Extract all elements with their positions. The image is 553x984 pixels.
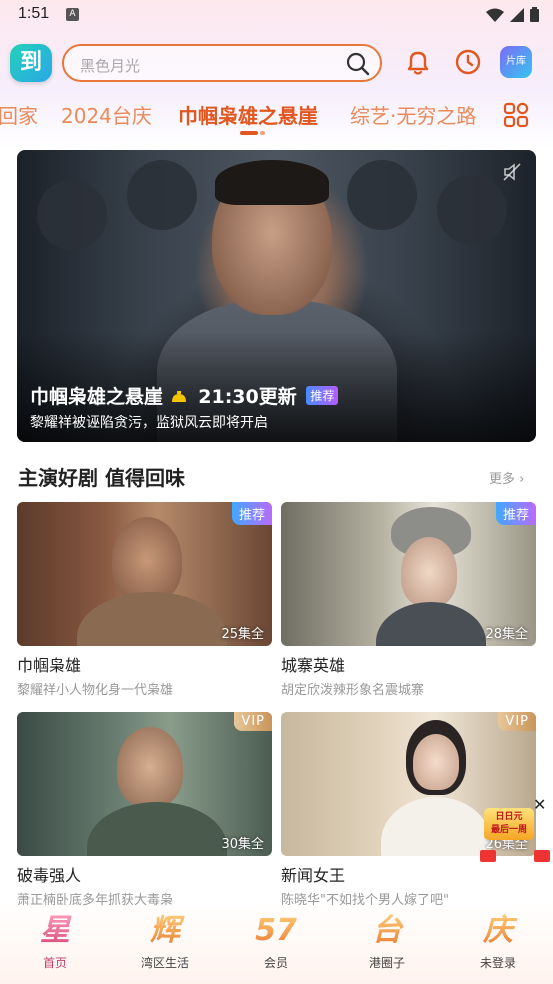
show-description: 黎耀祥小人物化身一代枭雄 — [17, 683, 174, 698]
nav-bay-area-life[interactable]: 辉 湾区生活 — [110, 912, 220, 971]
category-grid-icon[interactable] — [503, 102, 529, 128]
notification-icon: A — [66, 8, 79, 21]
hero-title: 巾帼枭雄之悬崖 — [30, 386, 164, 408]
bell-ring-icon — [171, 391, 186, 402]
show-title[interactable]: 巾帼枭雄 — [17, 652, 81, 676]
signal-icon — [510, 7, 524, 22]
nav-hk-circle-icon[interactable]: 台 — [332, 912, 442, 950]
close-icon[interactable]: ✕ — [533, 795, 546, 814]
wifi-icon — [486, 8, 504, 22]
more-label[interactable]: 更多 — [489, 472, 515, 487]
thumbnail-figure — [413, 734, 459, 790]
library-button[interactable]: 片库 — [500, 46, 532, 78]
status-time: 1:51 — [18, 5, 50, 22]
background-soldier — [37, 180, 107, 250]
search-box[interactable]: 黑色月光 — [62, 44, 382, 82]
red-envelope-icon — [480, 850, 496, 862]
hero-subtitle: 黎耀祥被诬陷贪污，监狱风云即将开启 — [30, 415, 268, 431]
red-envelope-icon — [534, 850, 550, 862]
thumbnail-figure — [117, 727, 183, 807]
background-soldier — [127, 160, 197, 230]
ad-line-1: 日日元 — [495, 812, 523, 822]
search-icon[interactable] — [346, 52, 370, 76]
battery-icon — [530, 7, 539, 22]
floating-ad[interactable]: 日日元 最后一周 — [484, 808, 534, 840]
background-soldier — [347, 160, 417, 230]
tab-drama-active[interactable]: 巾帼枭雄之悬崖 — [178, 100, 318, 129]
hero-figure-hair — [215, 160, 329, 205]
thumbnail-figure-body — [87, 802, 227, 856]
tab-anniversary[interactable]: 2024台庆 — [61, 100, 152, 129]
show-title[interactable]: 城寨英雄 — [281, 652, 345, 676]
episode-count: 25集全 — [221, 627, 264, 642]
top-bar: 到 黑色月光 片库 — [0, 42, 553, 86]
chevron-right-icon[interactable]: › — [519, 472, 524, 487]
nav-hk-circle[interactable]: 台 港圈子 — [332, 912, 442, 971]
show-description: 胡定欣泼辣形象名震城寨 — [281, 683, 425, 698]
nav-account-label[interactable]: 未登录 — [443, 954, 553, 971]
active-tab-indicator-dot — [260, 131, 265, 135]
history-clock-icon[interactable] — [454, 48, 482, 76]
nav-home-icon[interactable]: 星 — [0, 912, 110, 950]
show-thumbnail[interactable]: VIP 30集全 — [17, 712, 272, 856]
nav-membership-label[interactable]: 会员 — [221, 954, 331, 971]
nav-bay-area-icon[interactable]: 辉 — [110, 912, 220, 950]
nav-account[interactable]: 庆 未登录 — [443, 912, 553, 971]
show-thumbnail[interactable]: 推荐 25集全 — [17, 502, 272, 646]
hero-recommend-badge: 推荐 — [306, 386, 339, 405]
thumbnail-figure-body — [376, 602, 486, 646]
recommend-badge: 推荐 — [495, 502, 536, 525]
ad-line-2: 最后一周 — [490, 825, 527, 835]
nav-bay-area-label[interactable]: 湾区生活 — [110, 954, 220, 971]
thumbnail-figure-body — [381, 797, 491, 856]
mute-icon[interactable] — [502, 162, 522, 182]
show-card[interactable]: VIP 30集全 破毒强人 萧正楠卧底多年抓获大毒枭 — [17, 712, 272, 908]
vip-badge: VIP — [498, 712, 536, 731]
thumbnail-figure-body — [77, 592, 227, 646]
tab-variety[interactable]: 综艺·无穷之路 — [350, 100, 476, 129]
hero-update-time: 21:30更新 — [198, 386, 297, 408]
episode-count: 28集全 — [485, 627, 528, 642]
vip-badge: VIP — [234, 712, 272, 731]
hero-title-line: 巾帼枭雄之悬崖 21:30更新 推荐 — [30, 382, 339, 409]
background-soldier — [437, 175, 507, 245]
episode-count: 30集全 — [221, 837, 264, 852]
thumbnail-figure — [401, 537, 457, 607]
nav-hk-circle-label[interactable]: 港圈子 — [332, 954, 442, 971]
nav-membership-icon[interactable]: 57 — [221, 912, 331, 950]
bottom-nav: 星 首页 辉 湾区生活 57 会员 台 港圈子 庆 未登录 — [0, 912, 553, 984]
search-placeholder[interactable]: 黑色月光 — [80, 55, 140, 76]
status-bar: 1:51 A — [0, 0, 553, 30]
show-description: 陈晓华"不如找个男人嫁了吧" — [281, 893, 449, 908]
show-description: 萧正楠卧底多年抓获大毒枭 — [17, 893, 174, 908]
more-link[interactable]: 更多 › — [489, 468, 524, 487]
category-tabs: 回家 2024台庆 巾帼枭雄之悬崖 综艺·无穷之路 — [0, 96, 553, 140]
thumbnail-figure — [112, 517, 182, 602]
bell-icon[interactable] — [404, 48, 432, 76]
nav-account-icon[interactable]: 庆 — [443, 912, 553, 950]
hero-banner[interactable]: 巾帼枭雄之悬崖 21:30更新 推荐 黎耀祥被诬陷贪污，监狱风云即将开启 — [17, 150, 536, 442]
show-title[interactable]: 新闻女王 — [281, 862, 345, 886]
show-card[interactable]: 推荐 25集全 巾帼枭雄 黎耀祥小人物化身一代枭雄 — [17, 502, 272, 698]
tab-home-return[interactable]: 回家 — [0, 100, 38, 129]
nav-membership[interactable]: 57 会员 — [221, 912, 331, 971]
nav-home[interactable]: 星 首页 — [0, 912, 110, 971]
show-title[interactable]: 破毒强人 — [17, 862, 81, 886]
section-title: 主演好剧 值得回味 — [18, 466, 185, 490]
app-logo[interactable]: 到 — [10, 44, 52, 82]
system-icons — [486, 7, 539, 22]
active-tab-indicator — [240, 131, 258, 135]
show-card[interactable]: 推荐 28集全 城寨英雄 胡定欣泼辣形象名震城寨 — [281, 502, 536, 698]
show-thumbnail[interactable]: 推荐 28集全 — [281, 502, 536, 646]
recommend-badge: 推荐 — [231, 502, 272, 525]
nav-home-label[interactable]: 首页 — [0, 954, 110, 971]
